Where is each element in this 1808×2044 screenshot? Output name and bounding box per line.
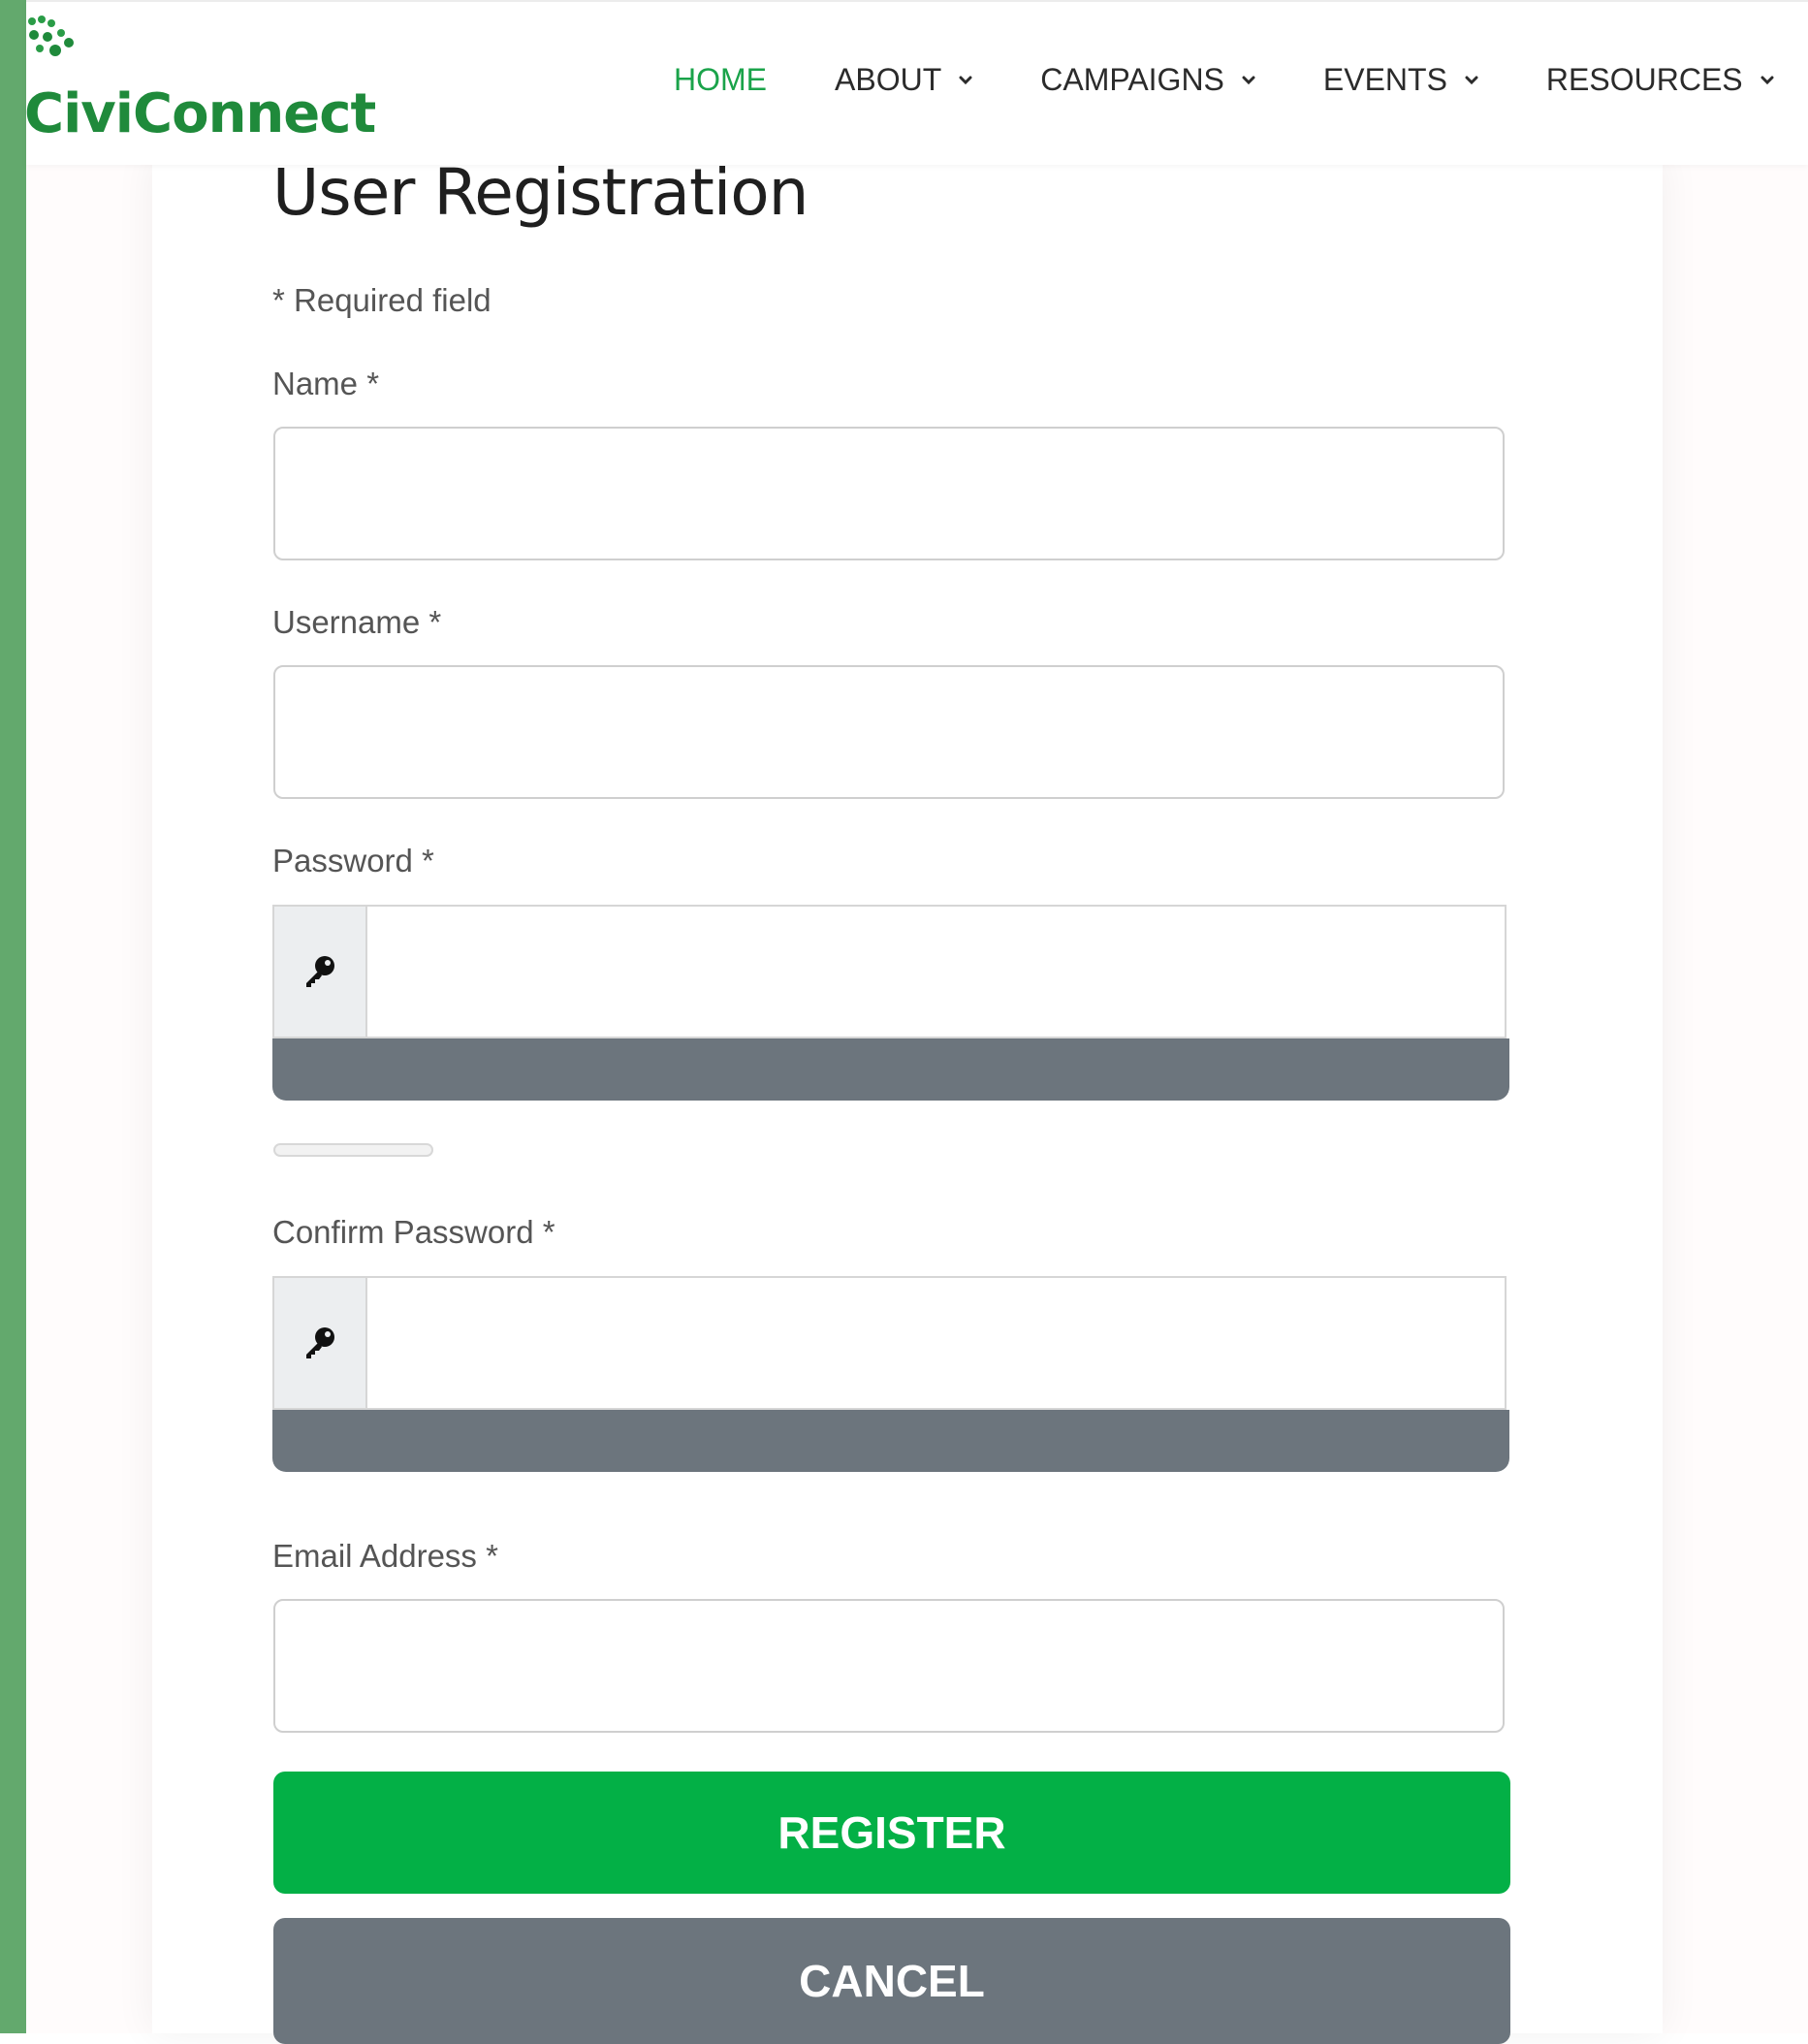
nav-item-resources[interactable]: RESOURCES xyxy=(1546,62,1774,98)
confirm-password-addon xyxy=(272,1276,367,1410)
key-icon xyxy=(306,956,334,987)
logo-dots-icon xyxy=(28,16,74,56)
main-nav: HOME ABOUT CAMPAIGNS EVENTS RESOURCES xyxy=(674,62,1774,98)
nav-item-label: ABOUT xyxy=(835,62,942,97)
nav-item-about[interactable]: ABOUT xyxy=(835,62,972,98)
password-addon xyxy=(272,905,367,1038)
page-background-right xyxy=(1663,155,1808,2033)
register-button[interactable]: REGISTER xyxy=(273,1772,1510,1894)
confirm-password-toggle-bar[interactable] xyxy=(272,1410,1509,1472)
site-logo[interactable]: CiviConnect xyxy=(24,10,395,165)
password-field[interactable] xyxy=(367,905,1507,1038)
nav-item-label: CAMPAIGNS xyxy=(1040,62,1224,97)
password-strength-meter xyxy=(273,1143,433,1157)
username-label: Username * xyxy=(272,604,442,640)
confirm-password-field[interactable] xyxy=(367,1276,1507,1410)
cancel-button[interactable]: CANCEL xyxy=(273,1918,1510,2044)
nav-item-home[interactable]: HOME xyxy=(674,62,767,98)
nav-item-label: HOME xyxy=(674,62,767,97)
left-edge-strip xyxy=(0,0,26,2033)
username-field[interactable] xyxy=(273,665,1505,799)
name-label: Name * xyxy=(272,366,380,401)
chevron-down-icon xyxy=(959,76,972,84)
nav-item-label: RESOURCES xyxy=(1545,62,1743,97)
site-header: CiviConnect HOME ABOUT CAMPAIGNS EVENTS … xyxy=(24,0,1808,165)
password-label: Password * xyxy=(272,843,434,878)
chevron-down-icon xyxy=(1242,76,1255,84)
nav-item-events[interactable]: EVENTS xyxy=(1323,62,1478,98)
chevron-down-icon xyxy=(1465,76,1478,84)
key-icon xyxy=(306,1327,334,1358)
nav-item-label: EVENTS xyxy=(1322,62,1447,97)
email-label: Email Address * xyxy=(272,1538,498,1574)
password-toggle-bar[interactable] xyxy=(272,1038,1509,1101)
name-field[interactable] xyxy=(273,427,1505,560)
chevron-down-icon xyxy=(1760,76,1774,84)
email-field[interactable] xyxy=(273,1599,1505,1733)
page-title: User Registration xyxy=(272,155,809,230)
logo-wordmark: CiviConnect xyxy=(24,82,376,145)
page-background-left xyxy=(26,155,152,2033)
nav-item-campaigns[interactable]: CAMPAIGNS xyxy=(1040,62,1255,98)
confirm-password-label: Confirm Password * xyxy=(272,1214,555,1250)
required-field-note: * Required field xyxy=(272,282,492,318)
